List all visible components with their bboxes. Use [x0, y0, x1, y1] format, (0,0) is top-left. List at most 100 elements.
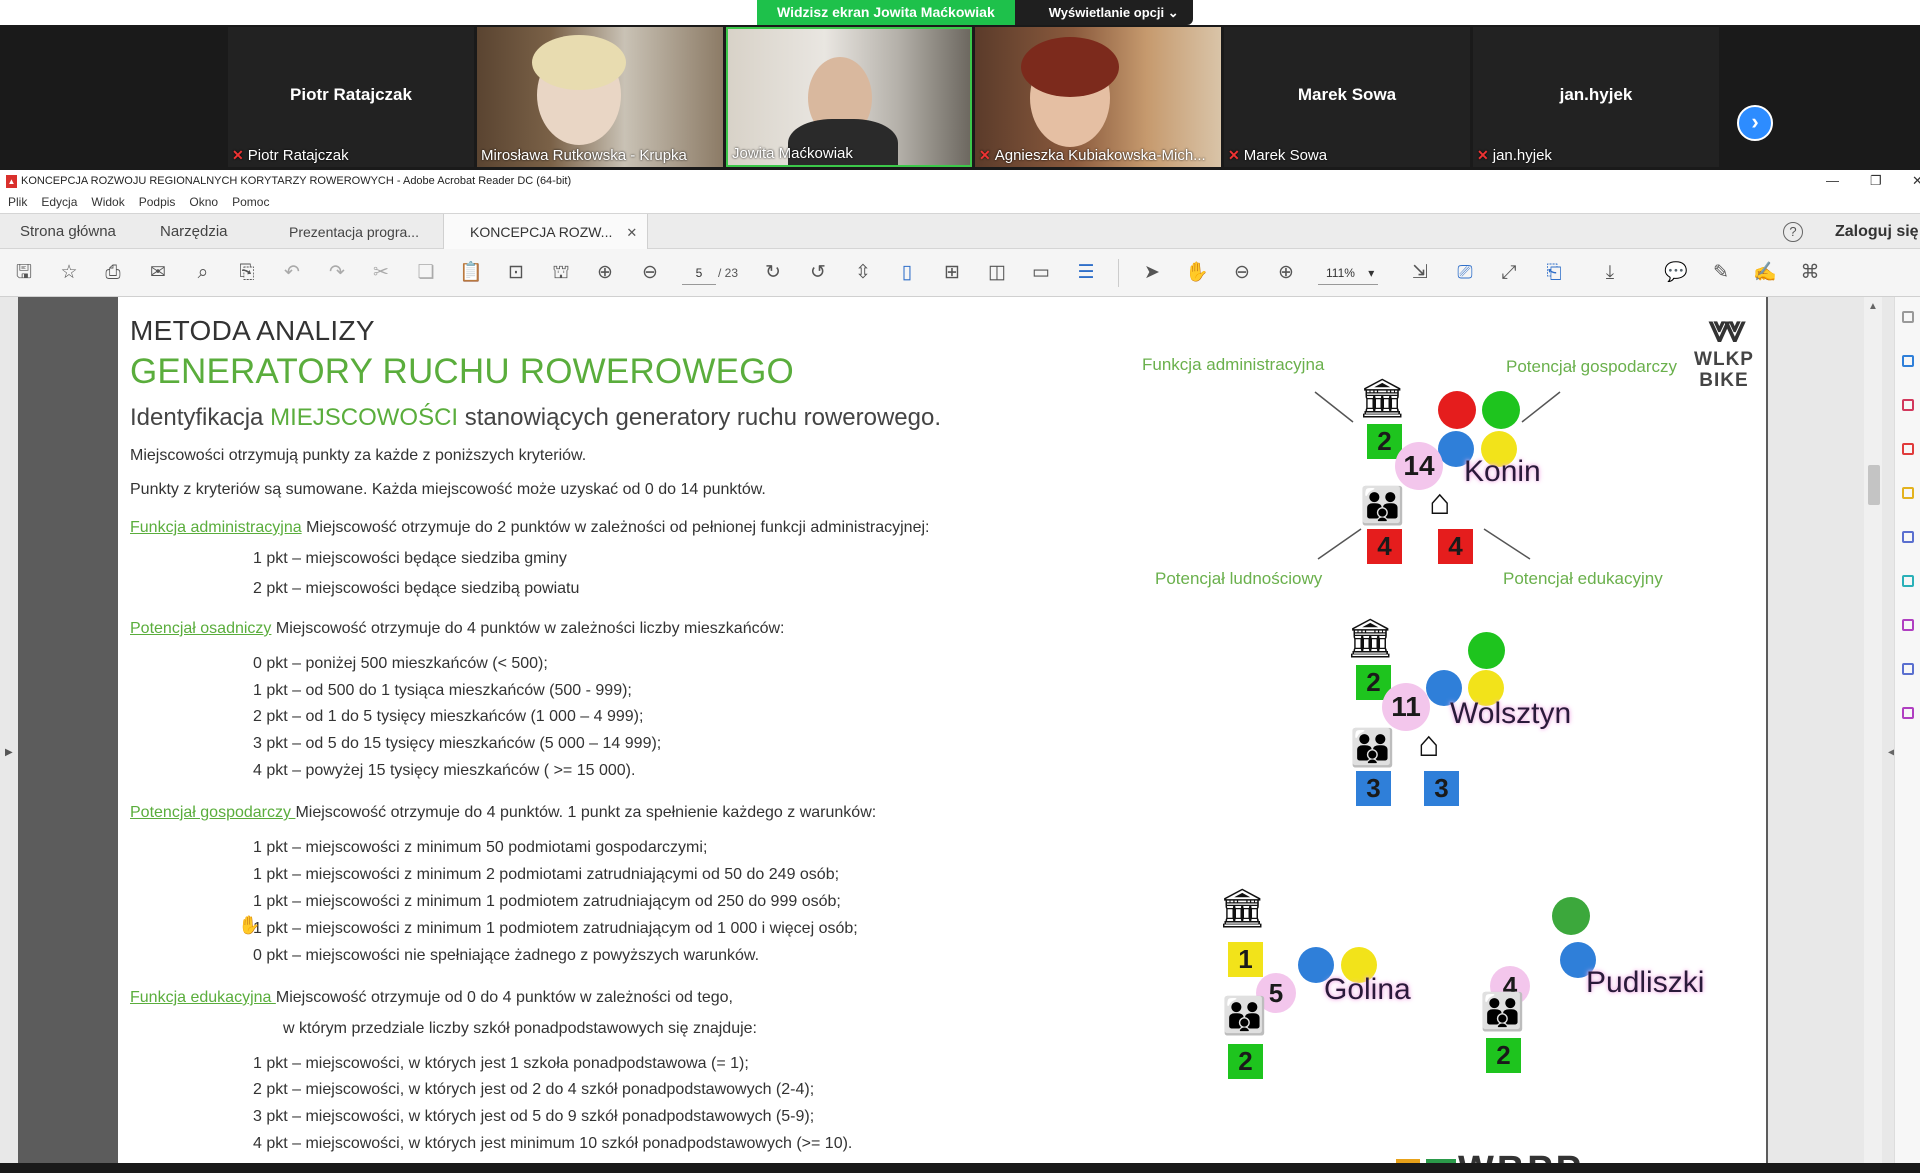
participant-hair: [1021, 37, 1119, 97]
criterion-link[interactable]: Funkcja administracyjna: [130, 519, 302, 536]
combine-icon[interactable]: [1902, 531, 1914, 543]
expand-left-panel-icon[interactable]: ▶: [5, 747, 13, 758]
comment-icon[interactable]: [1902, 487, 1914, 499]
reading-mode-icon[interactable]: ☰: [1074, 261, 1098, 285]
create-pdf-icon[interactable]: ⎗: [1542, 261, 1566, 285]
tools-icon[interactable]: [1902, 311, 1914, 323]
redo-icon[interactable]: ↷: [325, 261, 349, 285]
organize-icon[interactable]: [1902, 575, 1914, 587]
pop-score-box: 2: [1486, 1038, 1521, 1073]
single-page-icon[interactable]: ▯: [895, 261, 919, 285]
restore-icon[interactable]: ❐: [1870, 170, 1882, 192]
hand-tool-icon[interactable]: ✋: [1185, 261, 1209, 285]
list-item: 4 pkt – powyżej 15 tysięcy mieszkańców (…: [253, 762, 636, 779]
close-tab-icon[interactable]: ✕: [626, 225, 637, 240]
vertical-scrollbar[interactable]: [1864, 297, 1882, 1173]
list-item: 2 pkt – od 1 do 5 tysięcy mieszkańców (1…: [253, 708, 644, 725]
fit-page-icon[interactable]: ⇳: [851, 261, 875, 285]
more-tools-icon[interactable]: [1902, 707, 1914, 719]
snapshot-icon[interactable]: ⊡: [504, 261, 528, 285]
participant-video-tile[interactable]: Mirosława Rutkowska - Krupka: [477, 27, 723, 167]
menu-window[interactable]: Okno: [189, 192, 218, 213]
edit-pdf-icon[interactable]: [1902, 443, 1914, 455]
save-icon[interactable]: 🖫: [12, 261, 36, 285]
help-icon[interactable]: ?: [1783, 222, 1803, 242]
comment-icon[interactable]: 💬: [1664, 261, 1688, 285]
next-page-icon[interactable]: ⊖: [638, 261, 662, 285]
rotate-counterclockwise-icon[interactable]: ↺: [806, 261, 830, 285]
document-search-icon[interactable]: ⎘: [235, 261, 259, 285]
find-binoculars-icon[interactable]: ⛫: [549, 261, 573, 285]
send-icon[interactable]: [1902, 663, 1914, 675]
participant-tile[interactable]: jan.hyjek ✕ jan.hyjek: [1473, 27, 1719, 167]
login-link[interactable]: Zaloguj się: [1835, 214, 1919, 250]
export-pdf-icon[interactable]: ⎚: [1453, 261, 1477, 285]
scroll-up-icon[interactable]: ▲: [1868, 301, 1878, 312]
menu-sign[interactable]: Podpis: [139, 192, 176, 213]
export-pdf-icon[interactable]: [1902, 355, 1914, 367]
mic-muted-icon: ✕: [979, 147, 991, 163]
copy-icon[interactable]: ❏: [414, 261, 438, 285]
menu-edit[interactable]: Edycja: [41, 192, 77, 213]
criterion-education: Funkcja edukacyjna Miejscowość otrzymuje…: [130, 989, 733, 1006]
participant-label: ✕ jan.hyjek: [1477, 147, 1552, 164]
next-page-arrow-icon[interactable]: ›: [1737, 105, 1773, 141]
stamp-icon[interactable]: ⤓: [1598, 261, 1622, 285]
fill-sign-icon[interactable]: [1902, 619, 1914, 631]
list-item: 1 pkt – miejscowości będące siedziba gmi…: [253, 550, 567, 567]
minimize-icon[interactable]: —: [1826, 170, 1839, 192]
menu-file[interactable]: Plik: [8, 192, 27, 213]
print-icon[interactable]: ⎙: [101, 261, 125, 285]
present-icon[interactable]: ▭: [1029, 261, 1053, 285]
undo-icon[interactable]: ↶: [280, 261, 304, 285]
paste-icon[interactable]: 📋: [459, 261, 483, 285]
tag-icon[interactable]: ⌘: [1798, 261, 1822, 285]
zoom-level-select[interactable]: 111% ▾: [1318, 261, 1378, 285]
acrobat-window: ▲ KONCEPCJA ROZWOJU REGIONALNYCH KORYTAR…: [0, 170, 1920, 1173]
menu-view[interactable]: Widok: [91, 192, 124, 213]
menu-help[interactable]: Pomoc: [232, 192, 269, 213]
participant-label: ✕ Piotr Ratajczak: [232, 147, 349, 164]
label-admin: Funkcja administracyjna: [1142, 355, 1325, 374]
list-item: 1 pkt – miejscowości z minimum 50 podmio…: [253, 839, 708, 856]
scroll-mode-icon[interactable]: ⊞: [940, 261, 964, 285]
city-name: Konin: [1464, 455, 1541, 488]
school-icon: ⌂: [1429, 481, 1451, 522]
previous-page-icon[interactable]: ⊕: [593, 261, 617, 285]
tab-document-active[interactable]: KONCEPCJA ROZW... ✕: [443, 214, 649, 250]
participant-video-tile-active[interactable]: Jowita Maćkowiak: [726, 27, 972, 167]
tab-home[interactable]: Strona główna: [20, 214, 116, 250]
tab-document-1[interactable]: Prezentacja progra...: [289, 214, 419, 250]
view-options-button[interactable]: Wyświetlanie opcji ⌄: [1014, 0, 1193, 25]
participant-label: Mirosława Rutkowska - Krupka: [481, 147, 687, 164]
close-window-icon[interactable]: ✕: [1912, 170, 1920, 192]
bookmark-star-icon[interactable]: ☆: [57, 261, 81, 285]
create-pdf-icon[interactable]: [1902, 399, 1914, 411]
cut-icon[interactable]: ✂: [369, 261, 393, 285]
sign-icon[interactable]: ✍: [1753, 261, 1777, 285]
criterion-link[interactable]: Potencjał gospodarczy: [130, 804, 295, 821]
zoom-out-icon[interactable]: ⊖: [1230, 261, 1254, 285]
select-cursor-icon[interactable]: ➤: [1140, 261, 1164, 285]
tab-tools[interactable]: Narzędzia: [160, 214, 228, 250]
full-screen-icon[interactable]: ⤢: [1497, 261, 1521, 285]
admin-building-icon: 🏛: [1358, 378, 1407, 420]
left-panel-collapsed[interactable]: ▶: [0, 297, 18, 1173]
rotate-clockwise-icon[interactable]: ↻: [761, 261, 785, 285]
participant-tile[interactable]: Piotr Ratajczak ✕ Piotr Ratajczak: [228, 27, 474, 167]
participant-label: Jowita Maćkowiak: [732, 145, 853, 162]
email-icon[interactable]: ✉: [146, 261, 170, 285]
scrollbar-thumb[interactable]: [1868, 465, 1880, 505]
criterion-link[interactable]: Funkcja edukacyjna: [130, 989, 276, 1006]
participant-video-tile[interactable]: ✕ Agnieszka Kubiakowska-Mich...: [975, 27, 1221, 167]
list-item: 1 pkt – miejscowości z minimum 1 podmiot…: [253, 893, 841, 910]
page-number-input[interactable]: 5: [682, 261, 716, 285]
participant-tile[interactable]: Marek Sowa ✕ Marek Sowa: [1224, 27, 1470, 167]
two-page-icon[interactable]: ◫: [985, 261, 1009, 285]
search-icon[interactable]: ⌕: [191, 261, 215, 285]
zoom-in-icon[interactable]: ⊕: [1274, 261, 1298, 285]
label-pop: Potencjał ludnościowy: [1155, 569, 1323, 588]
fit-width-icon[interactable]: ⇲: [1408, 261, 1432, 285]
highlight-pen-icon[interactable]: ✎: [1709, 261, 1733, 285]
criterion-link[interactable]: Potencjał osadniczy: [130, 620, 271, 637]
